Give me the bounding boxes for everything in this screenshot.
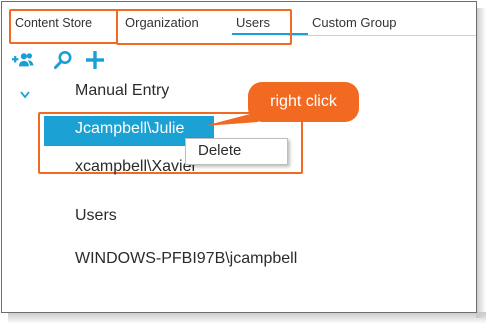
tree-group-users[interactable]: Users (75, 207, 117, 225)
right-click-callout: right click (204, 82, 359, 126)
tree-group-manual-entry[interactable]: Manual Entry (75, 82, 169, 100)
callout-text: right click (270, 93, 337, 110)
tree-item-xavier[interactable]: xcampbell\Xavier (75, 158, 197, 176)
tree-item-label: Jcampbell\Julie (75, 120, 185, 137)
add-users-icon[interactable] (12, 50, 34, 70)
annotation-box-org-users (116, 9, 292, 45)
annotation-box-content-store (9, 9, 118, 44)
tab-custom-group[interactable]: Custom Group (312, 14, 397, 32)
frame-shadow-right (476, 8, 486, 318)
chevron-down-icon[interactable] (18, 88, 32, 100)
frame-shadow-bottom (8, 312, 486, 324)
search-icon[interactable] (52, 50, 74, 70)
tree-item-windows-user[interactable]: WINDOWS-PFBI97B\jcampbell (75, 250, 297, 268)
context-menu: Delete (185, 138, 288, 165)
tab-baseline (288, 35, 476, 36)
context-menu-delete[interactable]: Delete (198, 142, 241, 159)
plus-icon[interactable] (84, 50, 106, 70)
